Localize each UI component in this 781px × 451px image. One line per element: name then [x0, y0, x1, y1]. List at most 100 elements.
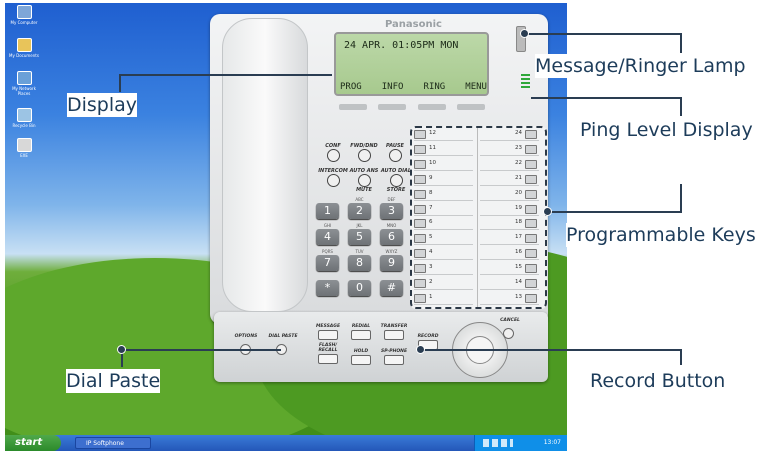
programmable-key-4[interactable]: 4 — [414, 248, 473, 261]
key-button[interactable] — [525, 264, 537, 274]
conf-key[interactable]: CONF — [318, 143, 348, 162]
sp-phone-key[interactable]: SP-PHONE — [377, 349, 411, 365]
pause-key[interactable]: PAUSE — [380, 143, 410, 162]
keys-leader-line — [547, 211, 682, 213]
my-documents-icon[interactable]: My Documents — [9, 38, 39, 58]
programmable-key-21[interactable]: 21 — [480, 174, 539, 186]
programmable-key-9[interactable]: 9 — [414, 174, 473, 186]
dial-key-8[interactable]: 8 — [348, 255, 371, 271]
key-button[interactable] — [414, 130, 426, 139]
my-computer-icon[interactable]: My Computer — [9, 5, 39, 25]
redial-key[interactable]: REDIAL — [346, 324, 376, 340]
recycle-bin-icon[interactable]: Recycle Bin — [9, 108, 39, 128]
programmable-key-24[interactable]: 24 — [480, 129, 539, 141]
programmable-key-7[interactable]: 7 — [414, 204, 473, 216]
dial-key-5[interactable]: 5 — [348, 229, 371, 245]
programmable-key-10[interactable]: 10 — [414, 159, 473, 171]
key-button[interactable] — [414, 279, 426, 288]
key-button[interactable] — [414, 293, 426, 303]
key-button[interactable] — [525, 249, 537, 259]
message-key[interactable]: MESSAGE — [313, 324, 343, 340]
programmable-key-12[interactable]: 12 — [414, 129, 473, 141]
programmable-key-19[interactable]: 19 — [480, 204, 539, 216]
programmable-key-2[interactable]: 2 — [414, 278, 473, 290]
dial-key-9[interactable]: 9 — [380, 255, 403, 271]
key-button[interactable] — [414, 144, 426, 154]
key-label: HOLD — [353, 349, 369, 354]
key-button[interactable] — [525, 174, 537, 184]
key-button[interactable] — [414, 189, 426, 199]
key-button[interactable] — [414, 159, 426, 169]
display-leader-line — [119, 74, 121, 92]
flash-recall-key[interactable]: FLASH/ RECALL — [313, 343, 343, 364]
key-button[interactable] — [525, 234, 537, 244]
dial-key-7[interactable]: 7 — [316, 255, 339, 271]
soft-key-3[interactable] — [418, 104, 446, 110]
auto-dial-store-key[interactable]: AUTO DIAL STORE — [378, 168, 414, 193]
programmable-key-8[interactable]: 8 — [414, 189, 473, 201]
key-button[interactable] — [525, 144, 537, 154]
display-leader-line — [119, 74, 332, 76]
dial-key-star[interactable]: * — [316, 280, 339, 296]
dial-key-6[interactable]: 6 — [380, 229, 403, 245]
cancel-button[interactable] — [503, 328, 514, 339]
tray-icons[interactable] — [483, 439, 513, 447]
programmable-key-20[interactable]: 20 — [480, 189, 539, 201]
programmable-key-16[interactable]: 16 — [480, 248, 539, 261]
lcd-date-time: 24 APR. 01:05PM MON — [344, 40, 459, 51]
programmable-key-label: 24 — [515, 130, 522, 136]
programmable-key-3[interactable]: 3 — [414, 263, 473, 276]
programmable-key-label: 15 — [515, 264, 522, 271]
programmable-key-13[interactable]: 13 — [480, 293, 539, 305]
fwd-dnd-key[interactable]: FWD/DND — [347, 143, 381, 162]
programmable-key-22[interactable]: 22 — [480, 159, 539, 171]
programmable-key-5[interactable]: 5 — [414, 233, 473, 246]
dial-key-0[interactable]: 0 — [348, 280, 371, 296]
soft-key-1[interactable] — [339, 104, 367, 110]
programmable-key-6[interactable]: 6 — [414, 218, 473, 231]
programmable-key-14[interactable]: 14 — [480, 278, 539, 290]
key-knob — [389, 174, 403, 187]
key-label: TRANSFER — [380, 324, 408, 329]
start-button[interactable]: start — [5, 435, 61, 451]
key-button[interactable] — [525, 204, 537, 214]
programmable-key-label: 4 — [429, 249, 433, 256]
programmable-key-11[interactable]: 11 — [414, 144, 473, 156]
key-button[interactable] — [414, 204, 426, 214]
auto-ans-mute-key[interactable]: AUTO ANS MUTE — [347, 168, 381, 193]
key-button[interactable] — [414, 249, 426, 259]
my-network-places-icon[interactable]: My Network Places — [9, 71, 39, 96]
shortcut-icon[interactable]: EXE — [9, 138, 39, 158]
key-button[interactable] — [525, 159, 537, 169]
dial-key-2[interactable]: 2 — [348, 203, 371, 219]
dial-key-1[interactable]: 1 — [316, 203, 339, 219]
programmable-key-17[interactable]: 17 — [480, 233, 539, 246]
key-button[interactable] — [414, 219, 426, 229]
desktop-icon-label: Recycle Bin — [12, 123, 36, 128]
programmable-key-18[interactable]: 18 — [480, 218, 539, 231]
programmable-key-1[interactable]: 1 — [414, 293, 473, 305]
key-button[interactable] — [525, 130, 537, 139]
dial-key-pound[interactable]: # — [380, 280, 403, 296]
soft-key-2[interactable] — [378, 104, 406, 110]
key-button[interactable] — [525, 189, 537, 199]
programmable-key-15[interactable]: 15 — [480, 263, 539, 276]
programmable-key-label: 14 — [515, 279, 522, 285]
key-label: FLASH/ RECALL — [318, 343, 338, 353]
key-button[interactable] — [525, 293, 537, 303]
hold-key[interactable]: HOLD — [346, 349, 376, 365]
key-button[interactable] — [414, 174, 426, 184]
handset[interactable] — [222, 18, 308, 312]
dial-key-4[interactable]: 4 — [316, 229, 339, 245]
dial-key-3[interactable]: 3 — [380, 203, 403, 219]
key-button[interactable] — [525, 279, 537, 288]
transfer-key[interactable]: TRANSFER — [377, 324, 411, 340]
key-button[interactable] — [414, 234, 426, 244]
system-tray: 13:07 — [474, 435, 567, 451]
computer-icon — [16, 5, 32, 19]
taskbar-item-ip-softphone[interactable]: IP Softphone — [75, 437, 151, 449]
key-button[interactable] — [525, 219, 537, 229]
programmable-key-23[interactable]: 23 — [480, 144, 539, 156]
key-button[interactable] — [414, 264, 426, 274]
soft-key-4[interactable] — [457, 104, 485, 110]
